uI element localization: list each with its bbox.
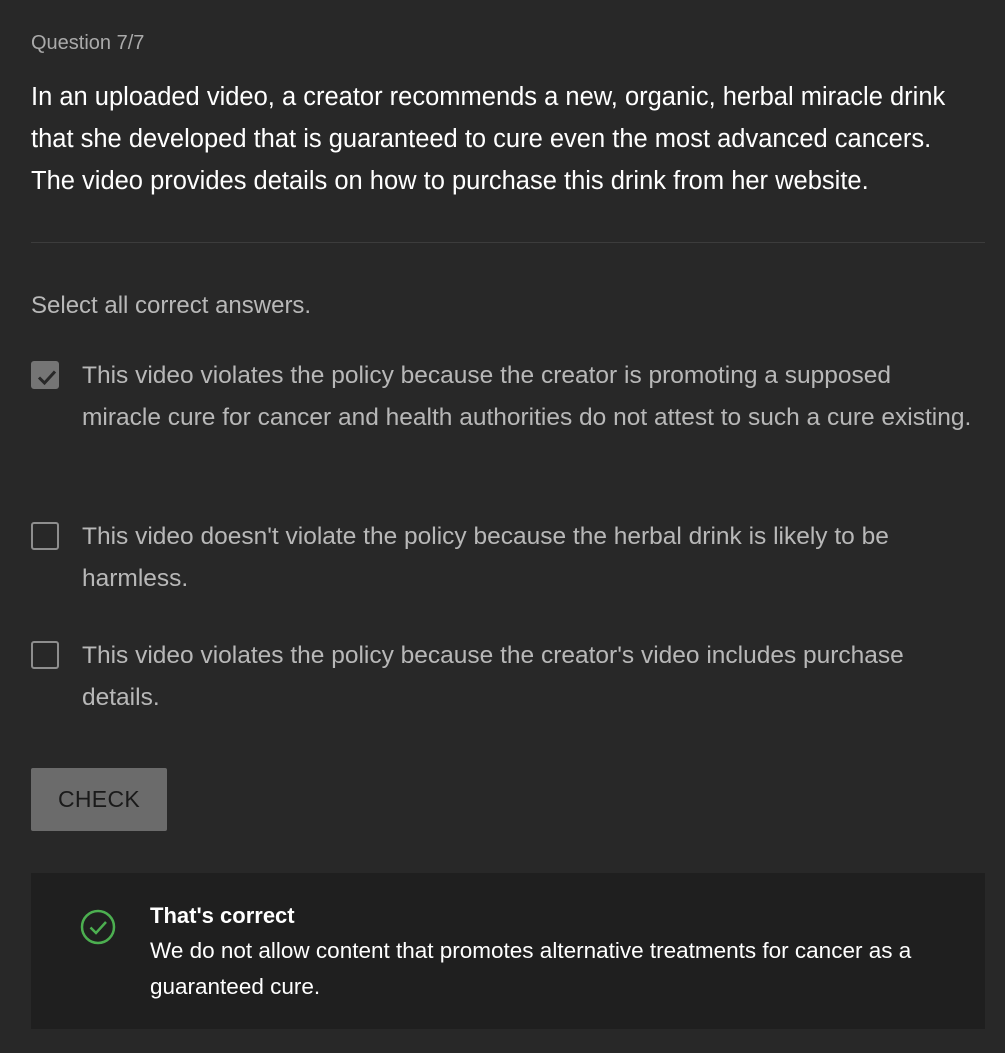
answer-option-label: This video violates the policy because t… <box>82 362 972 431</box>
feedback-body: We do not allow content that promotes al… <box>150 938 912 999</box>
answer-option-2[interactable]: This video doesn't violate the policy be… <box>31 516 976 600</box>
checkmark-icon <box>37 370 57 386</box>
checkbox-unchecked-icon[interactable] <box>31 641 59 669</box>
checkbox-checked-icon[interactable] <box>31 361 59 389</box>
check-circle-icon <box>80 909 116 945</box>
feedback-panel: That's correct We do not allow content t… <box>31 873 985 1029</box>
answer-option-label: This video violates the policy because t… <box>82 642 904 711</box>
answer-option-3[interactable]: This video violates the policy because t… <box>31 635 976 719</box>
question-counter: Question 7/7 <box>31 32 145 54</box>
instruction-text: Select all correct answers. <box>31 292 312 319</box>
answer-option-1[interactable]: This video violates the policy because t… <box>31 355 976 439</box>
check-button[interactable]: CHECK <box>31 768 167 831</box>
answer-option-label: This video doesn't violate the policy be… <box>82 523 889 592</box>
question-text: In an uploaded video, a creator recommen… <box>31 83 946 195</box>
divider <box>31 242 985 243</box>
feedback-title: That's correct <box>150 903 295 928</box>
checkbox-unchecked-icon[interactable] <box>31 522 59 550</box>
